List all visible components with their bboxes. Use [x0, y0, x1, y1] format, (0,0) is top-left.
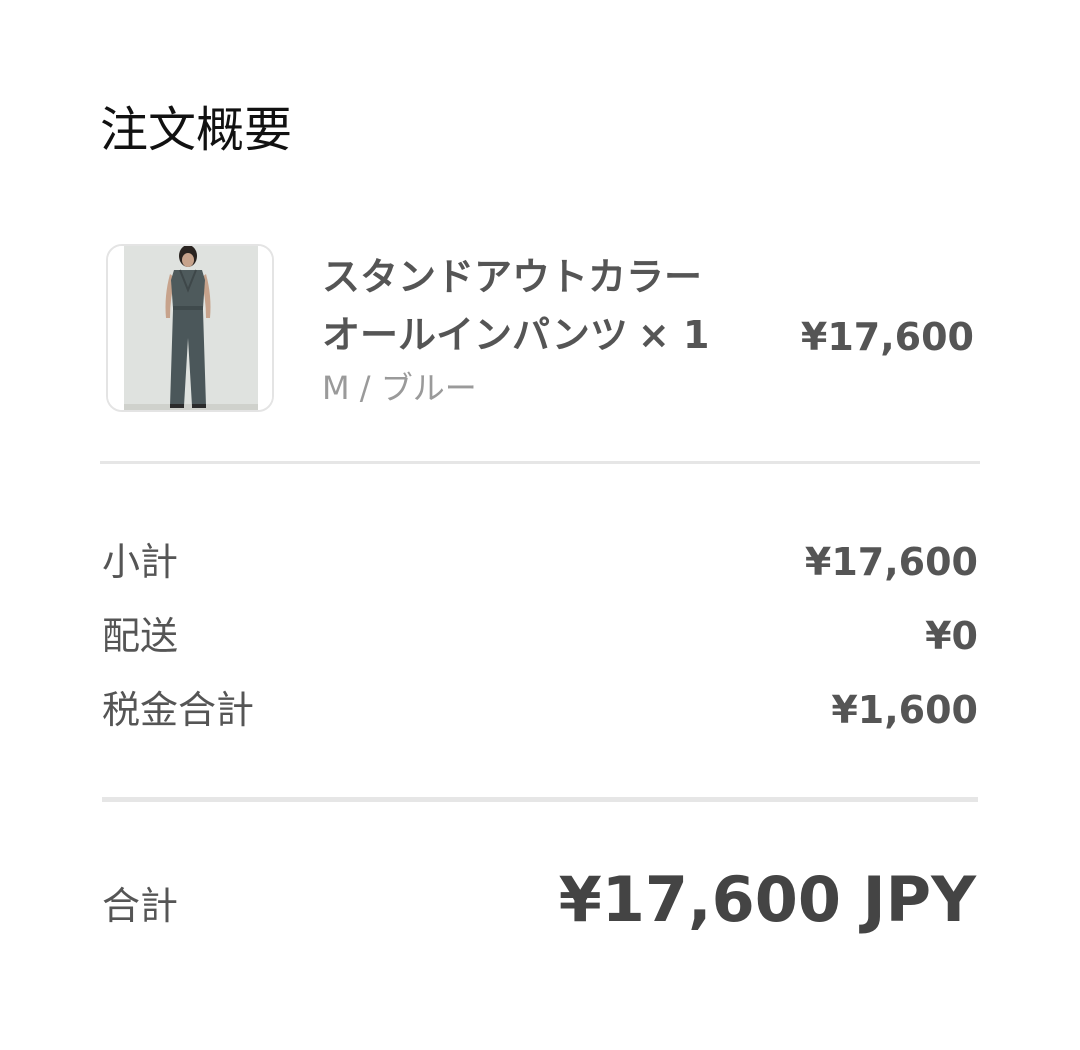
product-variant: M / ブルー: [322, 369, 477, 407]
tax-value: ¥1,600: [831, 688, 978, 732]
product-thumbnail: [106, 244, 274, 412]
product-name-line2-wrap: オールインパンツ × 1: [322, 306, 782, 364]
product-quantity: × 1: [637, 313, 710, 357]
subtotal-label: 小計: [102, 540, 179, 584]
product-name-line2: オールインパンツ: [322, 313, 628, 357]
divider: [100, 461, 980, 464]
shipping-label: 配送: [102, 614, 179, 658]
product-price: ¥17,600: [800, 315, 974, 359]
product-name: スタンドアウトカラー オールインパンツ × 1: [322, 248, 782, 364]
divider: [102, 797, 978, 802]
total-value: ¥17,600 JPY: [558, 863, 976, 936]
shipping-value: ¥0: [925, 614, 978, 658]
product-name-line1: スタンドアウトカラー: [322, 255, 703, 299]
product-photo-icon: [108, 246, 272, 410]
subtotal-value: ¥17,600: [804, 540, 978, 584]
tax-label: 税金合計: [102, 688, 255, 732]
page-title: 注文概要: [100, 102, 293, 158]
total-label: 合計: [102, 884, 179, 928]
tax-row: 税金合計 ¥1,600: [102, 682, 978, 742]
shipping-row: 配送 ¥0: [102, 608, 978, 668]
subtotal-row: 小計 ¥17,600: [102, 534, 978, 594]
